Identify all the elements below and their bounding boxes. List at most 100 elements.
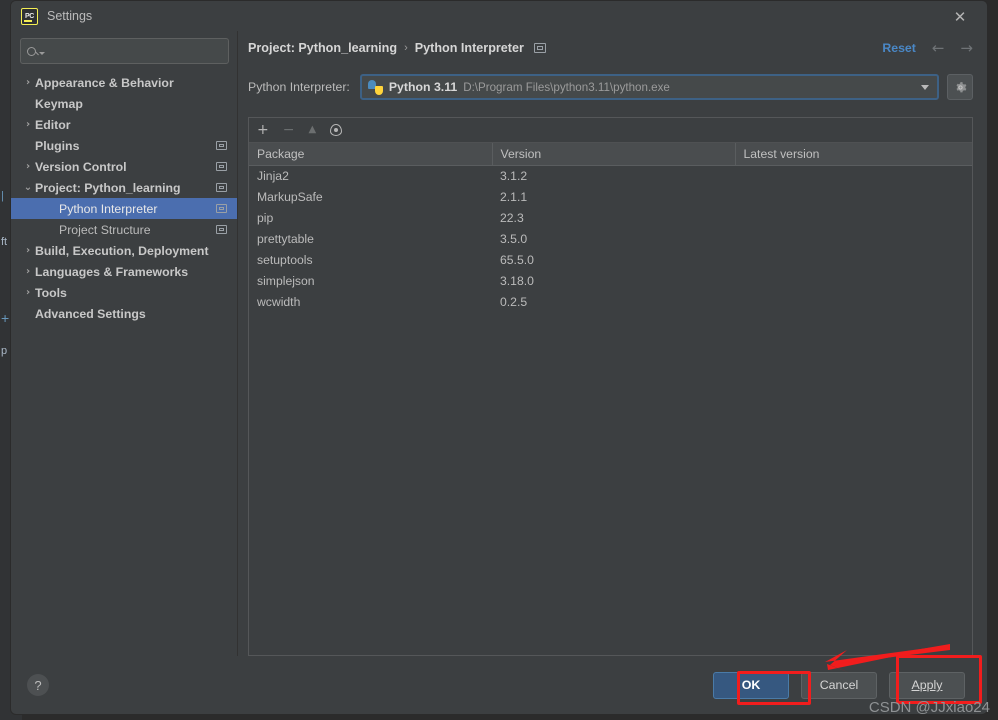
- column-header-version[interactable]: Version: [492, 143, 736, 166]
- forward-arrow-icon[interactable]: →: [960, 39, 973, 57]
- sidebar-item-python-interpreter[interactable]: Python Interpreter: [11, 198, 237, 219]
- cell-version: 3.5.0: [500, 231, 528, 246]
- sidebar-item-advanced-settings[interactable]: Advanced Settings: [11, 303, 237, 324]
- close-icon[interactable]: ✕: [945, 7, 975, 27]
- sidebar-item-label: Appearance & Behavior: [35, 75, 174, 90]
- cell-version: 65.5.0: [500, 252, 534, 267]
- dialog-title: Settings: [47, 9, 93, 23]
- packages-toolbar: + − ▲: [249, 118, 972, 143]
- chevron-right-icon[interactable]: ›: [21, 287, 35, 298]
- back-arrow-icon[interactable]: ←: [932, 39, 945, 57]
- bg-artifact-2: ft: [1, 236, 8, 248]
- cell-version: 22.3: [500, 210, 524, 225]
- cell-version: 2.1.1: [500, 189, 528, 204]
- dialog-titlebar: PC Settings ✕: [11, 1, 987, 31]
- project-scope-icon: [216, 204, 227, 213]
- add-package-icon[interactable]: +: [257, 123, 269, 137]
- sidebar-item-editor[interactable]: › Editor: [11, 114, 237, 135]
- search-box[interactable]: [20, 38, 229, 64]
- interpreter-path: D:\Program Files\python3.11\python.exe: [463, 80, 670, 94]
- cell-latest: [735, 186, 972, 207]
- upgrade-package-icon[interactable]: ▲: [308, 125, 316, 135]
- column-header-package[interactable]: Package: [249, 143, 493, 166]
- sidebar-item-label: Tools: [35, 285, 67, 300]
- ok-button[interactable]: OK: [713, 671, 789, 699]
- dialog-body: › Appearance & Behavior Keymap › Editor Plugi…: [11, 31, 987, 656]
- sidebar-item-label: Keymap: [35, 96, 83, 111]
- search-input[interactable]: [49, 44, 222, 58]
- sidebar-item-tools[interactable]: › Tools: [11, 282, 237, 303]
- pycharm-logo-text: PC: [24, 12, 35, 20]
- cell-latest: [735, 291, 972, 312]
- chevron-down-icon[interactable]: ⌄: [21, 182, 35, 193]
- column-header-latest-version[interactable]: Latest version: [735, 143, 972, 166]
- apply-button[interactable]: Apply: [889, 671, 965, 699]
- bg-artifact-3: +: [1, 310, 10, 326]
- settings-content: Project: Python_learning › Python Interp…: [238, 31, 987, 656]
- sidebar-item-plugins[interactable]: Plugins: [11, 135, 237, 156]
- cell-version: 0.2.5: [500, 294, 528, 309]
- table-row[interactable]: wcwidth 0.2.5: [249, 291, 972, 312]
- watermark: CSDN @JJxiao24: [868, 699, 990, 716]
- project-scope-icon: [216, 141, 227, 150]
- interpreter-name: Python 3.11: [388, 80, 458, 94]
- sidebar-item-label: Plugins: [35, 138, 80, 153]
- chevron-right-icon[interactable]: ›: [21, 161, 35, 172]
- bg-artifact-4: p: [1, 345, 8, 357]
- apply-button-label: Apply: [911, 678, 943, 692]
- chevron-right-icon[interactable]: ›: [21, 119, 35, 130]
- table-row[interactable]: prettytable 3.5.0: [249, 228, 972, 249]
- show-early-releases-icon[interactable]: [330, 124, 343, 136]
- packages-table: Package Version Latest version Jinja2 3.1.2…: [249, 143, 972, 312]
- sidebar-item-project-python-learning[interactable]: ⌄ Project: Python_learning: [11, 177, 237, 198]
- breadcrumb-project[interactable]: Project: Python_learning: [248, 41, 397, 55]
- sidebar-item-label: Version Control: [35, 159, 127, 174]
- cell-package: wcwidth: [257, 294, 301, 309]
- cell-version: 3.1.2: [500, 168, 528, 183]
- sidebar-item-project-structure[interactable]: Project Structure: [11, 219, 237, 240]
- chevron-right-icon[interactable]: ›: [21, 266, 35, 277]
- remove-package-icon[interactable]: −: [283, 123, 295, 137]
- cell-package: setuptools: [257, 252, 313, 267]
- cell-latest: [735, 165, 972, 186]
- settings-dialog: PC Settings ✕ › Appearance & Behavior Keym…: [10, 0, 988, 715]
- settings-sidebar: › Appearance & Behavior Keymap › Editor Plugi…: [11, 31, 238, 656]
- python-icon: [367, 79, 383, 95]
- cell-package: pip: [257, 210, 274, 225]
- packages-table-scroll[interactable]: Package Version Latest version Jinja2 3.1.2…: [249, 143, 972, 655]
- settings-sync-icon[interactable]: [533, 43, 546, 53]
- table-row[interactable]: Jinja2 3.1.2: [249, 165, 972, 186]
- table-row[interactable]: pip 22.3: [249, 207, 972, 228]
- reset-link[interactable]: Reset: [882, 41, 916, 55]
- breadcrumb: Project: Python_learning › Python Interp…: [238, 31, 987, 65]
- cell-latest: [735, 228, 972, 249]
- sidebar-item-keymap[interactable]: Keymap: [11, 93, 237, 114]
- cell-package: prettytable: [257, 231, 314, 246]
- chevron-right-icon[interactable]: ›: [21, 245, 35, 256]
- help-button[interactable]: ?: [27, 674, 49, 696]
- interpreter-row: Python Interpreter: Python 3.11 D:\Progr…: [238, 65, 987, 105]
- chevron-right-icon[interactable]: ›: [21, 77, 35, 88]
- interpreter-combobox[interactable]: Python 3.11 D:\Program Files\python3.11\…: [359, 74, 939, 100]
- cell-latest: [735, 249, 972, 270]
- sidebar-item-label: Project Structure: [59, 222, 151, 237]
- sidebar-item-appearance-behavior[interactable]: › Appearance & Behavior: [11, 72, 237, 93]
- sidebar-item-label: Build, Execution, Deployment: [35, 243, 209, 258]
- sidebar-item-version-control[interactable]: › Version Control: [11, 156, 237, 177]
- table-row[interactable]: simplejson 3.18.0: [249, 270, 972, 291]
- sidebar-item-build-execution-deployment[interactable]: › Build, Execution, Deployment: [11, 240, 237, 261]
- cell-latest: [735, 207, 972, 228]
- sidebar-item-label: Project: Python_learning: [35, 180, 181, 195]
- table-row[interactable]: setuptools 65.5.0: [249, 249, 972, 270]
- packages-table-header: Package Version Latest version: [249, 143, 972, 166]
- pycharm-logo-icon: PC: [21, 7, 38, 25]
- table-row[interactable]: MarkupSafe 2.1.1: [249, 186, 972, 207]
- cell-package: simplejson: [257, 273, 315, 288]
- bg-artifact-1: |: [1, 190, 4, 202]
- cell-latest: [735, 270, 972, 291]
- sidebar-item-languages-frameworks[interactable]: › Languages & Frameworks: [11, 261, 237, 282]
- interpreter-settings-button[interactable]: [947, 74, 973, 100]
- footer-buttons: OK Cancel Apply: [713, 671, 965, 699]
- cancel-button[interactable]: Cancel: [801, 671, 877, 699]
- cell-package: MarkupSafe: [257, 189, 323, 204]
